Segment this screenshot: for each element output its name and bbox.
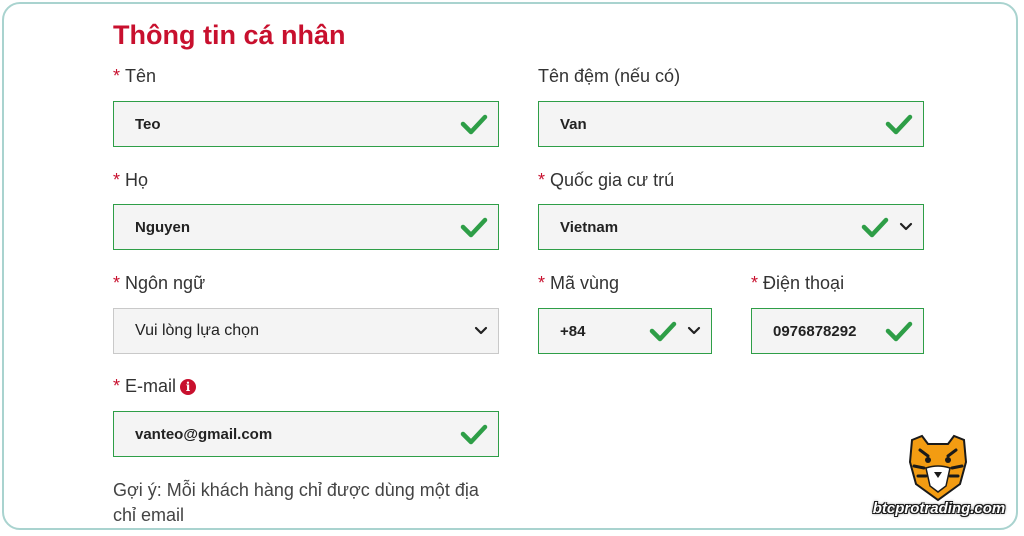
phone-label: * Điện thoại <box>751 273 845 293</box>
required-marker: * <box>538 170 546 190</box>
email-field[interactable]: vanteo@gmail.com <box>113 411 499 457</box>
check-icon <box>460 114 488 135</box>
required-marker: * <box>113 376 121 396</box>
required-marker: * <box>113 170 121 190</box>
chevron-down-icon <box>899 222 913 231</box>
watermark-logo: btcprotrading.com <box>864 432 1024 528</box>
country-value: Vietnam <box>560 218 619 236</box>
area-code-value: +84 <box>560 322 586 340</box>
email-hint: Gợi ý: Mỗi khách hàng chỉ được dùng một … <box>113 480 479 525</box>
area-code-label: * Mã vùng <box>538 273 620 293</box>
check-icon <box>885 321 913 342</box>
check-icon <box>885 114 913 135</box>
chevron-down-icon <box>687 326 701 335</box>
info-icon[interactable]: i <box>180 379 197 395</box>
middle-name-label: Tên đệm (nếu có) <box>538 66 681 86</box>
chevron-down-icon <box>474 326 488 335</box>
email-value: vanteo@gmail.com <box>135 425 273 443</box>
middle-name-field[interactable]: Van <box>538 101 924 147</box>
language-select[interactable]: Vui lòng lựa chọn <box>113 308 499 354</box>
email-label: * E-mail i <box>113 376 197 397</box>
required-marker: * <box>751 273 759 293</box>
check-icon <box>460 424 488 445</box>
area-code-select[interactable]: +84 <box>538 308 712 354</box>
required-marker: * <box>113 66 121 86</box>
section-title: Thông tin cá nhân <box>113 20 346 50</box>
watermark-text: btcprotrading.com <box>872 500 1006 517</box>
check-icon <box>460 217 488 238</box>
country-select[interactable]: Vietnam <box>538 204 924 250</box>
language-placeholder: Vui lòng lựa chọn <box>135 322 259 339</box>
last-name-label: * Họ <box>113 170 149 190</box>
language-label: * Ngôn ngữ <box>113 273 206 293</box>
country-label: * Quốc gia cư trú <box>538 170 675 190</box>
tiger-head-icon <box>908 434 968 502</box>
check-icon <box>861 217 889 238</box>
required-marker: * <box>113 273 121 293</box>
required-marker: * <box>538 273 546 293</box>
check-icon <box>649 321 677 342</box>
first-name-field[interactable]: Teo <box>113 101 499 147</box>
middle-name-value: Van <box>560 115 587 133</box>
last-name-value: Nguyen <box>135 218 191 236</box>
first-name-label: * Tên <box>113 66 157 86</box>
phone-value: 0976878292 <box>773 322 857 340</box>
first-name-value: Teo <box>135 115 161 133</box>
phone-field[interactable]: 0976878292 <box>751 308 924 354</box>
last-name-field[interactable]: Nguyen <box>113 204 499 250</box>
